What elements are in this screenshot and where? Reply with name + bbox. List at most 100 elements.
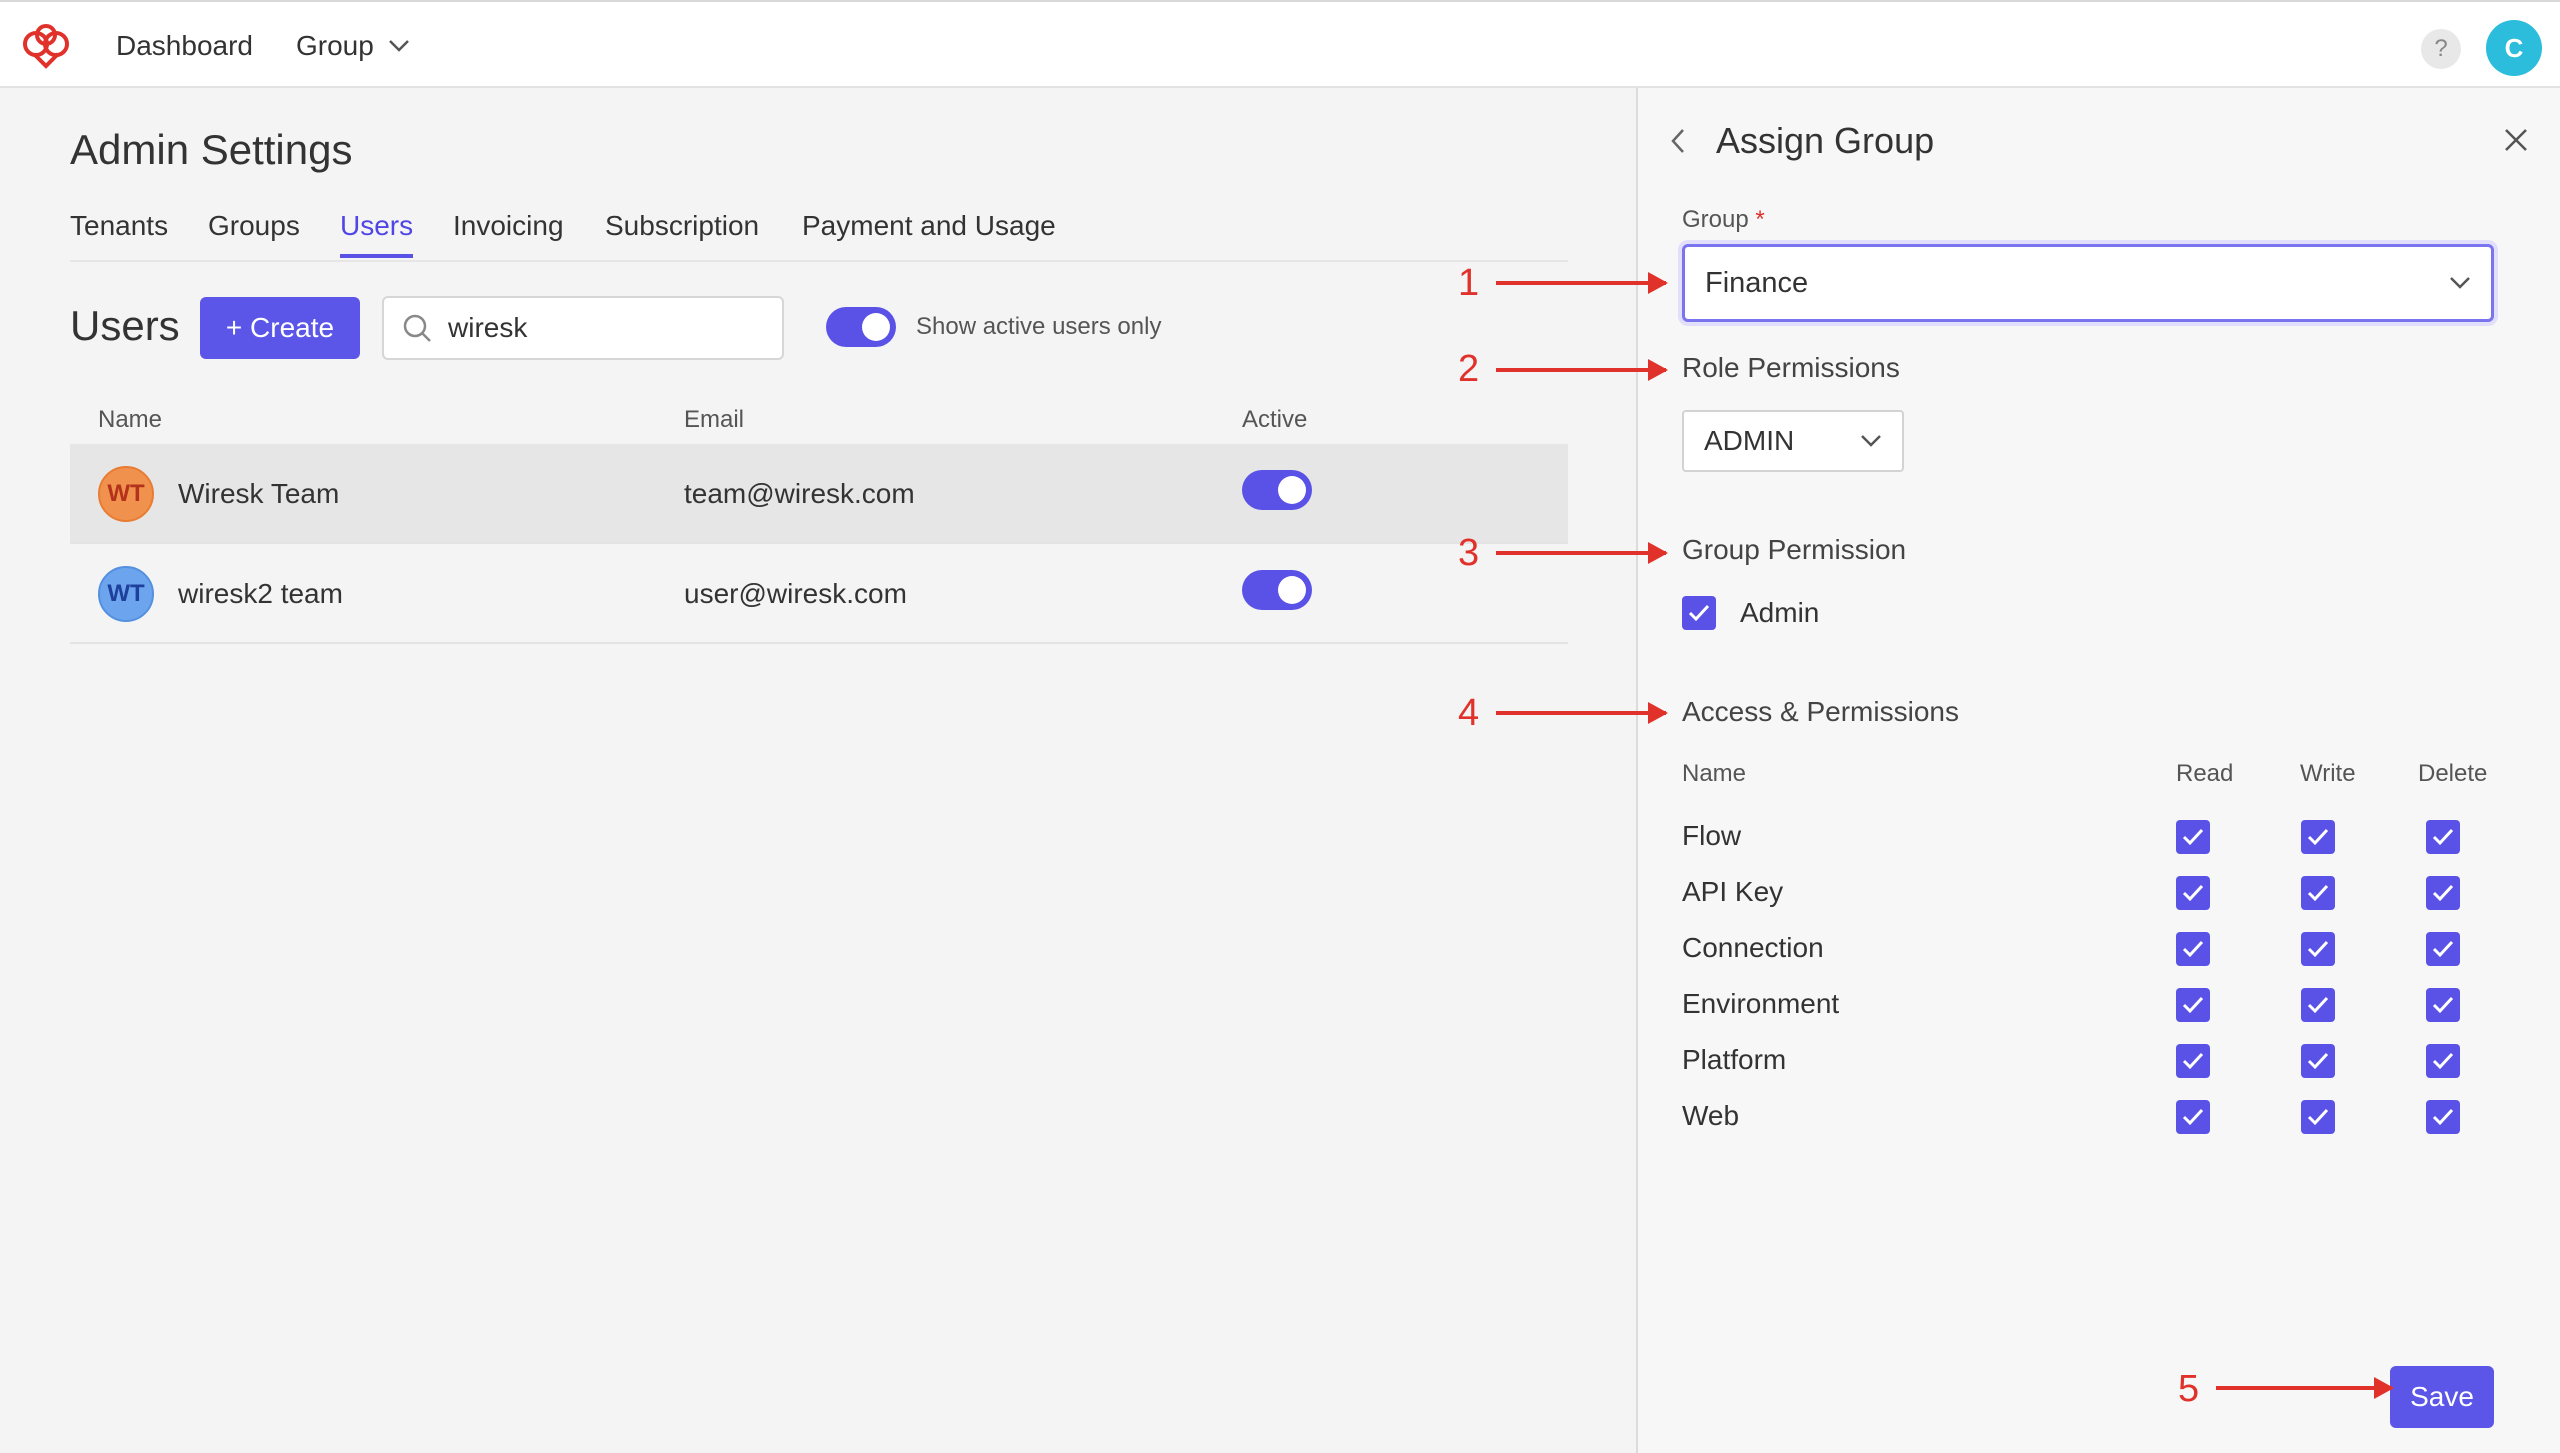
search-box[interactable] <box>382 296 784 360</box>
nav-group-menu[interactable]: Group <box>296 30 410 62</box>
user-email: user@wiresk.com <box>684 578 907 609</box>
col-name[interactable]: Name <box>98 406 162 434</box>
user-email: team@wiresk.com <box>684 478 915 509</box>
annotation-arrow <box>1496 359 1668 381</box>
group-field-label: Group * <box>1682 206 1765 234</box>
admin-permission-option[interactable]: Admin <box>1682 596 1819 630</box>
annotation-number: 1 <box>1458 262 1480 304</box>
users-table: Name Email Active WT Wiresk Team team@wi… <box>70 400 1568 644</box>
tab-payment-usage[interactable]: Payment and Usage <box>802 210 1056 242</box>
annotation-number: 3 <box>1458 532 1480 574</box>
col-active[interactable]: Active <box>1242 406 1307 434</box>
user-avatar[interactable]: C <box>2486 20 2542 76</box>
active-users-toggle[interactable] <box>826 307 896 347</box>
required-mark: * <box>1755 206 1765 233</box>
permission-row: Connection <box>1682 922 2502 978</box>
permission-row: API Key <box>1682 866 2502 922</box>
annotation-arrow <box>1496 542 1668 564</box>
chevron-down-icon <box>2450 277 2470 289</box>
write-checkbox[interactable] <box>2301 1044 2335 1078</box>
annotation-arrow <box>1496 702 1668 724</box>
table-row[interactable]: WT Wiresk Team team@wiresk.com <box>70 444 1568 544</box>
perm-col-read: Read <box>2176 760 2234 787</box>
delete-checkbox[interactable] <box>2426 932 2460 966</box>
admin-checkbox[interactable] <box>1682 596 1716 630</box>
save-button[interactable]: Save <box>2390 1366 2494 1428</box>
check-icon <box>2432 1052 2454 1070</box>
check-icon <box>2432 940 2454 958</box>
check-icon <box>1688 604 1710 622</box>
user-name: wiresk2 team <box>178 578 343 609</box>
check-icon <box>2307 884 2329 902</box>
write-checkbox[interactable] <box>2301 1100 2335 1134</box>
check-icon <box>2307 1108 2329 1126</box>
logo-icon[interactable] <box>18 22 76 70</box>
tab-subscription[interactable]: Subscription <box>605 210 759 242</box>
perm-col-delete: Delete <box>2418 760 2488 787</box>
write-checkbox[interactable] <box>2301 988 2335 1022</box>
group-permission-heading: Group Permission <box>1682 534 1907 565</box>
perm-col-name: Name <box>1682 760 1747 787</box>
close-icon[interactable] <box>2504 128 2528 152</box>
delete-checkbox[interactable] <box>2426 1044 2460 1078</box>
read-checkbox[interactable] <box>2176 932 2210 966</box>
annotation-number: 4 <box>1458 692 1480 734</box>
nav-dashboard[interactable]: Dashboard <box>116 30 253 62</box>
access-permissions-heading: Access & Permissions <box>1682 696 1959 727</box>
read-checkbox[interactable] <box>2176 1044 2210 1078</box>
delete-checkbox[interactable] <box>2426 988 2460 1022</box>
delete-checkbox[interactable] <box>2426 876 2460 910</box>
group-select[interactable]: Finance <box>1682 244 2494 322</box>
chevron-down-icon <box>388 40 409 52</box>
write-checkbox[interactable] <box>2301 820 2335 854</box>
delete-checkbox[interactable] <box>2426 820 2460 854</box>
nav-group-label: Group <box>296 30 374 61</box>
help-button[interactable]: ? <box>2421 29 2461 69</box>
read-checkbox[interactable] <box>2176 876 2210 910</box>
panel-title: Assign Group <box>1716 120 1935 161</box>
group-label-text: Group <box>1682 206 1749 233</box>
user-active-toggle[interactable] <box>1242 570 1312 610</box>
user-active-toggle[interactable] <box>1242 470 1312 510</box>
users-heading: Users <box>70 302 180 349</box>
avatar: WT <box>98 566 154 622</box>
table-row[interactable]: WT wiresk2 team user@wiresk.com <box>70 544 1568 644</box>
role-select[interactable]: ADMIN <box>1682 410 1904 472</box>
page-title: Admin Settings <box>70 126 353 173</box>
delete-checkbox[interactable] <box>2426 1100 2460 1134</box>
help-icon: ? <box>2434 35 2448 62</box>
perm-col-write: Write <box>2300 760 2356 787</box>
annotation-number: 5 <box>2178 1368 2200 1410</box>
create-user-button[interactable]: + Create <box>200 297 360 359</box>
chevron-down-icon <box>1861 435 1881 447</box>
tab-invoicing[interactable]: Invoicing <box>453 210 564 242</box>
toggle-knob <box>1278 476 1306 504</box>
check-icon <box>2307 940 2329 958</box>
annotation-arrow <box>1496 272 1668 294</box>
permission-row: Flow <box>1682 810 2502 866</box>
write-checkbox[interactable] <box>2301 932 2335 966</box>
active-users-label: Show active users only <box>916 313 1162 340</box>
check-icon <box>2182 884 2204 902</box>
check-icon <box>2307 828 2329 846</box>
permission-row: Web <box>1682 1090 2502 1146</box>
search-input[interactable] <box>448 312 768 344</box>
permission-name: Platform <box>1682 1044 1787 1075</box>
tab-groups[interactable]: Groups <box>208 210 300 242</box>
read-checkbox[interactable] <box>2176 1100 2210 1134</box>
annotation-number: 2 <box>1458 348 1480 390</box>
check-icon <box>2307 1052 2329 1070</box>
check-icon <box>2182 1052 2204 1070</box>
check-icon <box>2432 996 2454 1014</box>
permission-name: Flow <box>1682 820 1742 851</box>
tab-tenants[interactable]: Tenants <box>70 210 168 242</box>
tab-users[interactable]: Users <box>340 210 414 258</box>
read-checkbox[interactable] <box>2176 988 2210 1022</box>
admin-option-label: Admin <box>1740 597 1820 628</box>
read-checkbox[interactable] <box>2176 820 2210 854</box>
back-icon[interactable] <box>1670 128 1686 154</box>
write-checkbox[interactable] <box>2301 876 2335 910</box>
table-header: Name Email Active <box>70 400 1568 444</box>
col-email[interactable]: Email <box>684 406 744 434</box>
permission-name: Web <box>1682 1100 1740 1131</box>
